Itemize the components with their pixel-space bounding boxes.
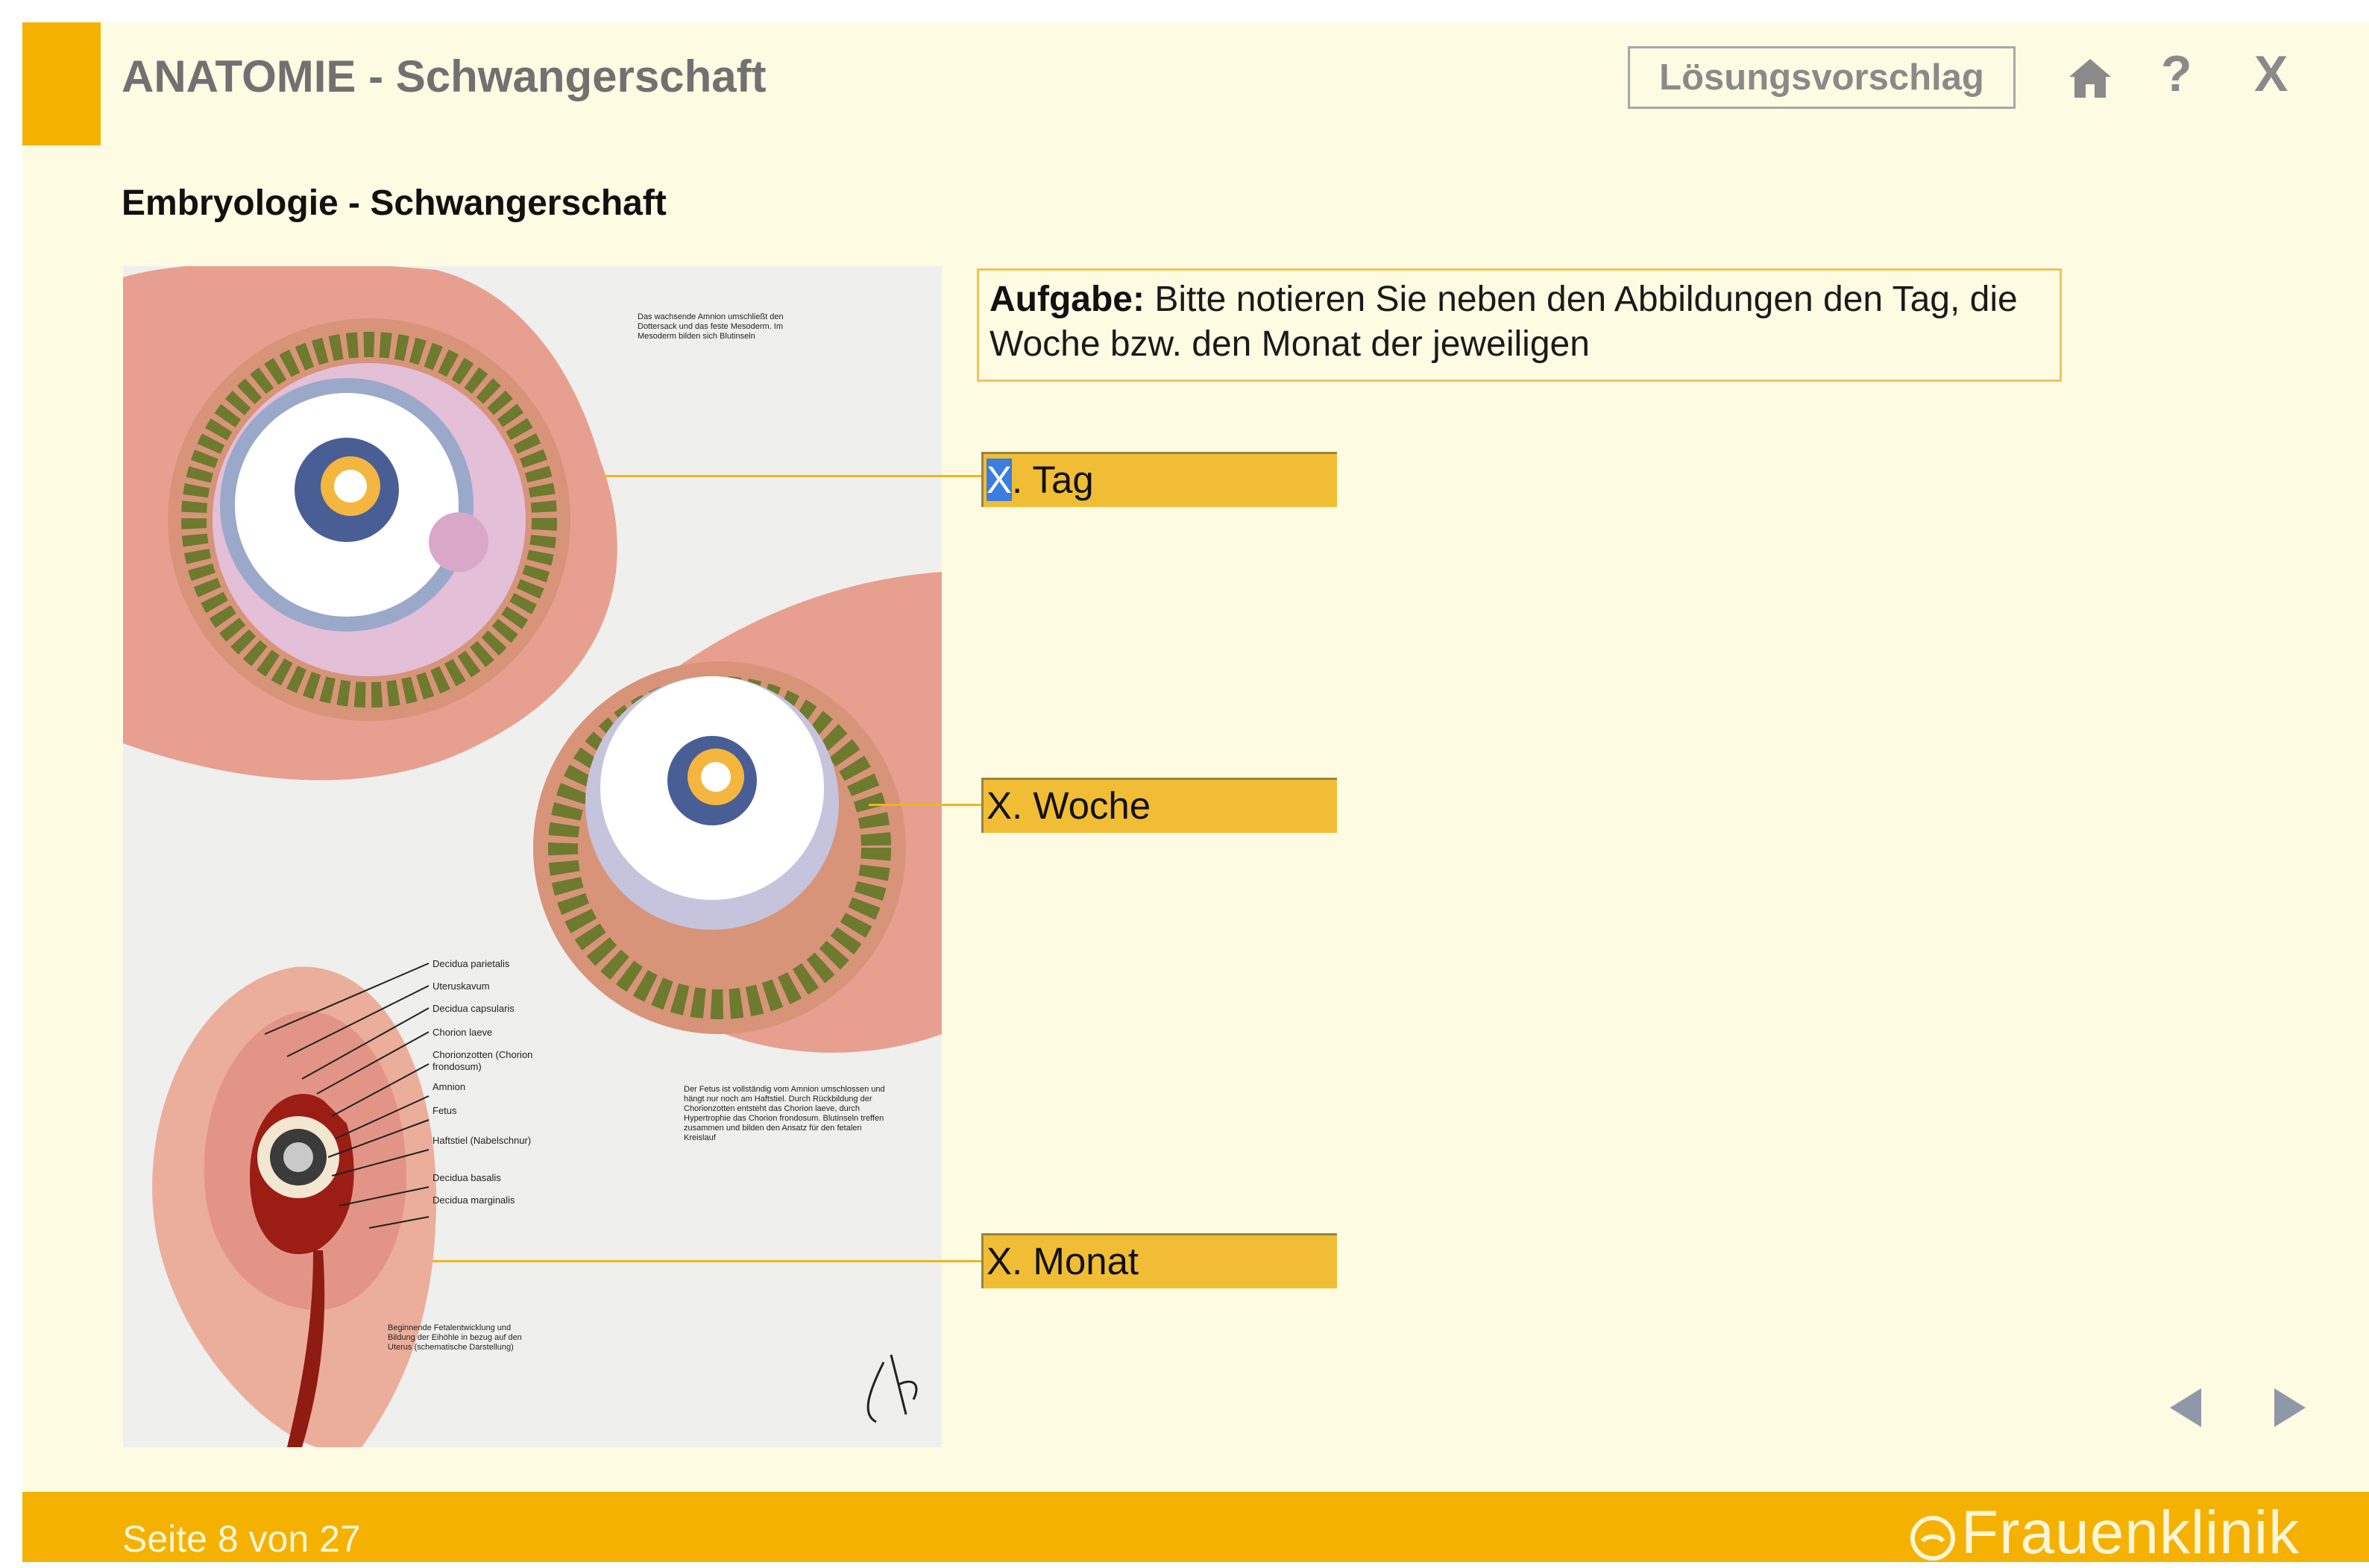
illustration-labels: Decidua parietalis Uteruskavum Decidua c… — [432, 958, 574, 1206]
close-icon[interactable]: X — [2254, 45, 2288, 103]
solution-button[interactable]: Lösungsvorschlag — [1628, 46, 2016, 109]
leader-line-monat — [432, 1260, 981, 1262]
label-decidua-marginalis: Decidua marginalis — [432, 1194, 515, 1206]
arrow-right-icon[interactable] — [2274, 1388, 2306, 1427]
brand-logo-icon — [1910, 1516, 1955, 1561]
answer-text-monat: X. Monat — [987, 1240, 1139, 1282]
leader-line-tag — [604, 475, 981, 477]
answer-field-monat[interactable]: X. Monat — [981, 1233, 1337, 1288]
label-decidua-basalis: Decidua basalis — [432, 1172, 501, 1183]
arrow-left-icon[interactable] — [2170, 1388, 2201, 1427]
home-icon[interactable] — [2068, 56, 2112, 101]
answer-text-tag: . Tag — [1012, 459, 1094, 501]
task-box: Aufgabe: Bitte notieren Sie neben den Ab… — [977, 268, 2062, 382]
answer-field-woche[interactable]: X. Woche — [981, 778, 1337, 833]
header-accent-block — [22, 22, 101, 145]
embryology-illustration: Das wachsende Amnion umschließt den Dott… — [123, 266, 942, 1447]
page-counter: Seite 8 von 27 — [122, 1518, 361, 1560]
label-chorionzotten: Chorionzotten (Chorion frondosum) — [432, 1049, 533, 1072]
answer-selection: X — [987, 459, 1013, 501]
help-icon[interactable]: ? — [2161, 45, 2192, 103]
page-subtitle: Embryologie - Schwangerschaft — [122, 183, 667, 223]
label-uteruskavum: Uteruskavum — [432, 980, 490, 992]
leader-line-woche — [869, 804, 981, 806]
label-decidua-parietalis: Decidua parietalis — [432, 958, 510, 969]
label-haftstiel: Haftstiel (Nabelschnur) — [432, 1135, 532, 1146]
footer-bar: Seite 8 von 27 Frauenklinik — [22, 1492, 2369, 1567]
label-chorion-laeve: Chorion laeve — [432, 1027, 493, 1038]
brand-name: Frauenklinik — [1961, 1499, 2300, 1567]
illustration-caption-mid: Der Fetus ist vollständig vom Amnion ums… — [684, 1085, 885, 1142]
label-fetus: Fetus — [432, 1105, 457, 1116]
label-decidua-capsularis: Decidua capsularis — [432, 1003, 515, 1014]
task-label: Aufgabe: — [990, 280, 1145, 319]
answer-field-tag[interactable]: X. Tag — [981, 452, 1337, 507]
label-amnion: Amnion — [432, 1081, 466, 1092]
illustration-caption-top: Das wachsende Amnion umschließt den Dott… — [638, 312, 784, 341]
illustration-caption-bottom: Beginnende Fetalentwicklung und Bildung … — [388, 1323, 522, 1352]
answer-text-woche: X. Woche — [987, 784, 1151, 827]
app-title: ANATOMIE - Schwangerschaft — [122, 51, 767, 101]
